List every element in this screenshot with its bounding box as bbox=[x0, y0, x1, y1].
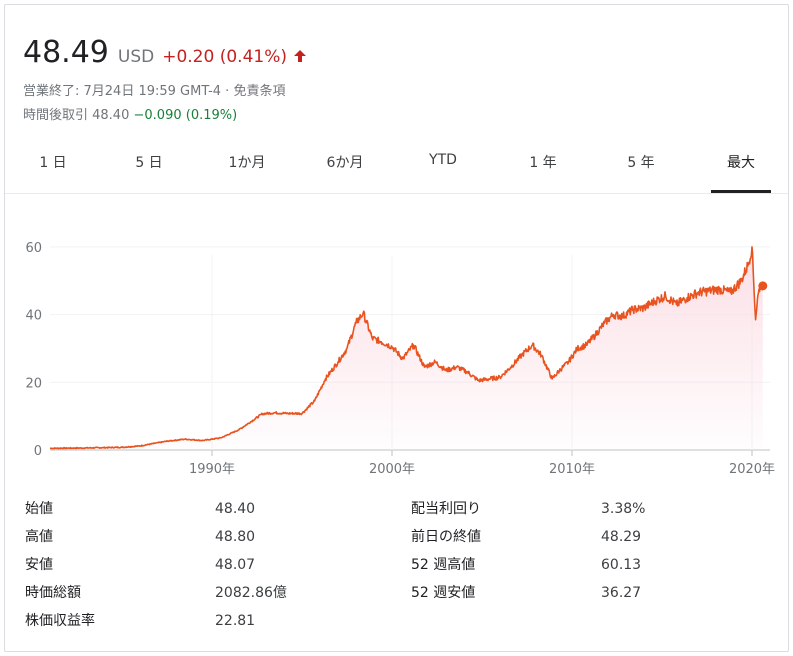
price-chart[interactable]: 0 20 40 60 1990年 2000年 2010年 2020年 bbox=[5, 195, 788, 485]
y-tick-label: 40 bbox=[25, 309, 42, 324]
x-tick-label: 2010年 bbox=[549, 462, 595, 477]
stat-label: 始値 bbox=[25, 501, 53, 517]
stat-low: 安値 48.07 bbox=[25, 551, 395, 579]
price-area bbox=[50, 246, 763, 450]
x-tick-label: 1990年 bbox=[189, 462, 235, 477]
stat-dividend-yield: 配当利回り 3.38% bbox=[411, 495, 761, 523]
stat-value: 48.40 bbox=[215, 501, 256, 517]
stat-high: 高値 48.80 bbox=[25, 523, 395, 551]
tab-6m[interactable]: 6か月 bbox=[305, 149, 385, 193]
y-tick-label: 20 bbox=[25, 376, 42, 391]
tab-5d[interactable]: 5 日 bbox=[109, 149, 189, 193]
currency-label: USD bbox=[117, 47, 155, 67]
price-row: 48.49 USD +0.20 (0.41%) bbox=[23, 35, 307, 70]
stat-value: 48.07 bbox=[215, 557, 256, 573]
stat-label: 配当利回り bbox=[411, 501, 481, 517]
tab-1m[interactable]: 1か月 bbox=[207, 149, 287, 193]
stock-card: 48.49 USD +0.20 (0.41%) 営業終了: 7月24日 19:5… bbox=[4, 4, 789, 652]
stat-label: 株価収益率 bbox=[25, 613, 95, 629]
tab-ytd[interactable]: YTD bbox=[403, 149, 483, 193]
y-tick-label: 0 bbox=[34, 444, 42, 459]
stock-price: 48.49 bbox=[23, 35, 109, 70]
stat-value: 22.81 bbox=[215, 613, 256, 629]
stat-label: 52 週高値 bbox=[411, 557, 476, 573]
x-tick-label: 2020年 bbox=[729, 462, 775, 477]
y-tick-label: 60 bbox=[25, 241, 42, 256]
tab-5y[interactable]: 5 年 bbox=[601, 149, 681, 193]
after-hours-row: 時間後取引 48.40 −0.090 (0.19%) bbox=[23, 104, 237, 123]
stat-pe-ratio: 株価収益率 22.81 bbox=[25, 607, 395, 635]
stat-value: 2082.86億 bbox=[215, 585, 287, 601]
arrow-up-icon bbox=[294, 50, 306, 62]
price-change: +0.20 (0.41%) bbox=[162, 47, 287, 67]
after-hours-change: −0.090 (0.19%) bbox=[133, 108, 238, 123]
stat-label: 52 週安値 bbox=[411, 585, 476, 601]
x-tick-label: 2000年 bbox=[369, 462, 415, 477]
tab-1d[interactable]: 1 日 bbox=[13, 149, 93, 193]
after-hours-label: 時間後取引 48.40 bbox=[23, 108, 130, 123]
tab-1y[interactable]: 1 年 bbox=[503, 149, 583, 193]
stat-52w-high: 52 週高値 60.13 bbox=[411, 551, 761, 579]
stat-prev-close: 前日の終値 48.29 bbox=[411, 523, 761, 551]
stat-52w-low: 52 週安値 36.27 bbox=[411, 579, 761, 607]
stat-open: 始値 48.40 bbox=[25, 495, 395, 523]
stat-label: 高値 bbox=[25, 529, 53, 545]
stat-label: 安値 bbox=[25, 557, 53, 573]
current-price-dot bbox=[758, 281, 768, 291]
stat-value: 3.38% bbox=[601, 501, 646, 517]
stat-label: 前日の終値 bbox=[411, 529, 481, 545]
stat-value: 48.80 bbox=[215, 529, 256, 545]
range-tabs: 1 日 5 日 1か月 6か月 YTD 1 年 5 年 最大 bbox=[5, 149, 788, 194]
stat-value: 60.13 bbox=[601, 557, 642, 573]
close-info: 営業終了: 7月24日 19:59 GMT-4 · 免責条項 bbox=[23, 84, 286, 99]
tab-max[interactable]: 最大 bbox=[711, 149, 771, 193]
stat-value: 48.29 bbox=[601, 529, 642, 545]
stat-value: 36.27 bbox=[601, 585, 642, 601]
stat-label: 時価総額 bbox=[25, 585, 81, 601]
stat-market-cap: 時価総額 2082.86億 bbox=[25, 579, 395, 607]
